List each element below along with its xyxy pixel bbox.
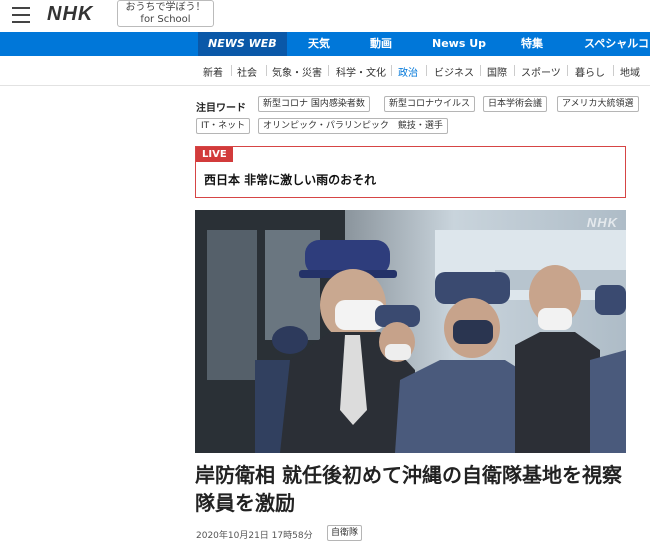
photo-illustration [195,210,626,453]
nav-video[interactable]: 動画 [370,32,392,56]
subnav-politics[interactable]: 政治 [398,64,418,79]
subnav-sports[interactable]: スポーツ [521,64,561,79]
sub-nav: 新着 社会 気象・災害 科学・文化 政治 ビジネス 国際 スポーツ 暮らし 地域 [0,56,650,86]
keyword-tag[interactable]: オリンピック・パラリンピック 競技・選手 [258,118,448,134]
article-headline[interactable]: 岸防衛相 就任後初めて沖縄の自衛隊基地を視察 隊員を激励 [195,461,635,517]
article-category-tag[interactable]: 自衛隊 [327,525,363,541]
keyword-tag[interactable]: アメリカ大統領選 [557,96,639,112]
subnav-society[interactable]: 社会 [237,64,257,79]
for-school-line2: for School [140,14,191,25]
subnav-weather-disaster[interactable]: 気象・災害 [272,64,322,79]
live-badge: LIVE [196,147,233,162]
keywords-label: 注目ワード [196,103,246,114]
live-title[interactable]: 西日本 非常に激しい雨のおそれ [204,171,376,188]
nav-weather[interactable]: 天気 [308,32,330,56]
main-nav: NEWS WEB 天気 動画 News Up 特集 スペシャルコ [0,32,650,56]
top-bar: NHK おうちで学ぼう！ for School [0,0,650,31]
subnav-divider [613,65,614,76]
subnav-science-culture[interactable]: 科学・文化 [336,64,386,79]
keyword-tag[interactable]: 新型コロナ 国内感染者数 [258,96,370,112]
nav-features[interactable]: 特集 [521,32,543,56]
nav-news-web[interactable]: NEWS WEB [198,32,287,56]
subnav-divider [426,65,427,76]
keyword-tag[interactable]: 日本学術会議 [483,96,548,112]
subnav-latest[interactable]: 新着 [203,64,223,79]
subnav-divider [480,65,481,76]
subnav-divider [328,65,329,76]
nhk-watermark: NHK [586,215,618,230]
for-school-button[interactable]: おうちで学ぼう！ for School [117,0,214,27]
subnav-divider [567,65,568,76]
subnav-divider [231,65,232,76]
subnav-region[interactable]: 地域 [620,64,640,79]
for-school-line1: おうちで学ぼう！ [125,2,206,13]
subnav-business[interactable]: ビジネス [434,64,474,79]
subnav-international[interactable]: 国際 [487,64,507,79]
article-photo[interactable]: NHK [195,210,626,453]
menu-icon[interactable] [12,7,30,23]
nav-news-up[interactable]: News Up [432,32,486,56]
subnav-life[interactable]: 暮らし [575,64,605,79]
keyword-tag[interactable]: IT・ネット [196,118,251,134]
subnav-divider [514,65,515,76]
nav-special[interactable]: スペシャルコ [584,32,649,56]
nhk-logo[interactable]: NHK [47,3,93,26]
live-news-box[interactable]: LIVE 西日本 非常に激しい雨のおそれ [195,146,626,198]
keyword-tag[interactable]: 新型コロナウイルス [384,96,476,112]
subnav-divider [391,65,392,76]
subnav-divider [266,65,267,76]
article-date: 2020年10月21日 17時58分 [196,531,313,541]
